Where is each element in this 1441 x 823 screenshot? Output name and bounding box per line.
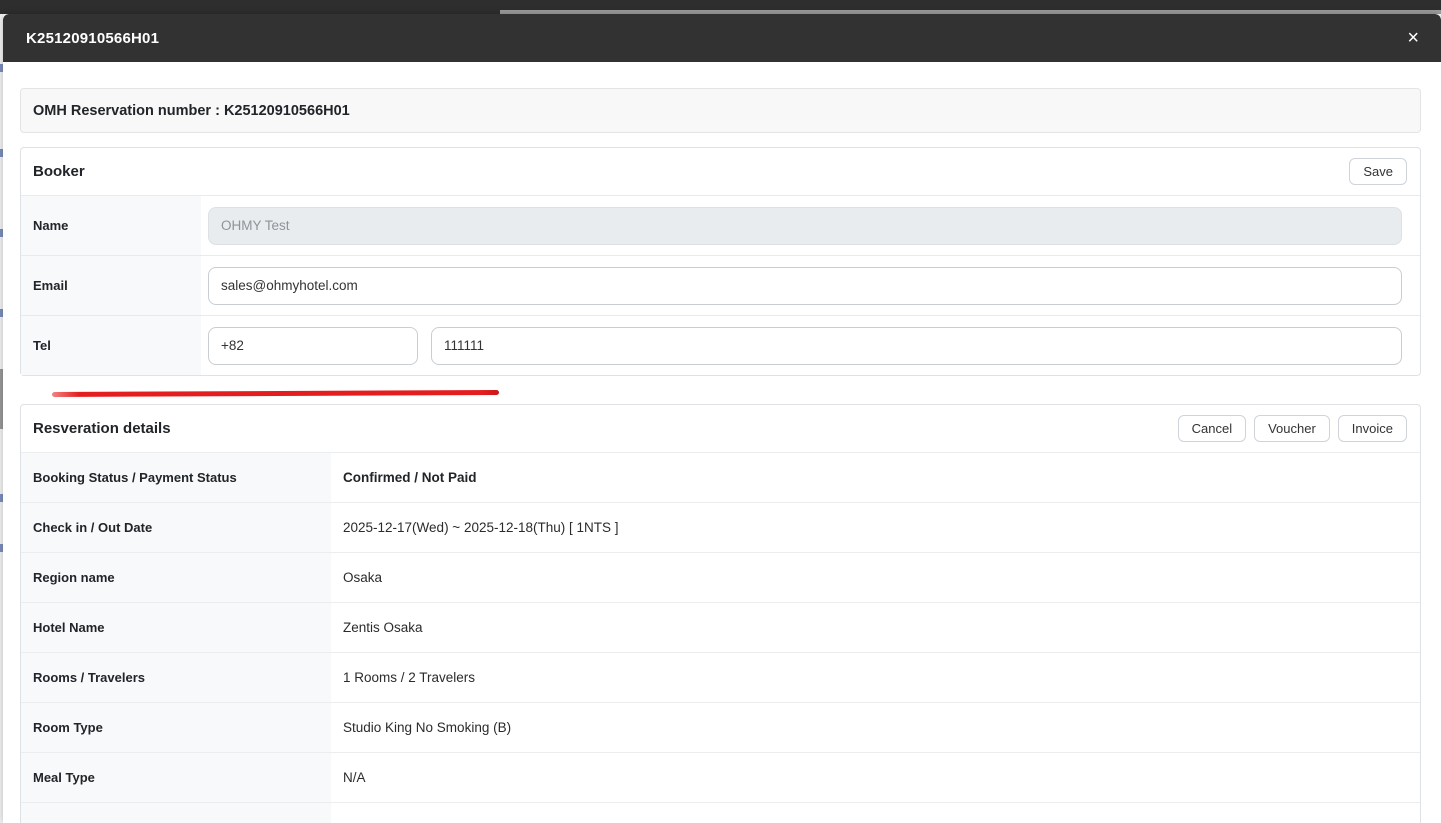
detail-row-rooms-travelers: Rooms / Travelers 1 Rooms / 2 Travelers	[21, 652, 1420, 702]
email-input[interactable]	[208, 266, 1402, 305]
reservation-details-section: Resveration details Cancel Voucher Invoi…	[20, 404, 1421, 823]
detail-row-room-type: Room Type Studio King No Smoking (B)	[21, 702, 1420, 752]
name-field-label: Name	[21, 196, 201, 255]
detail-label: Room Type	[21, 703, 331, 752]
detail-label: Check in / Out Date	[21, 503, 331, 552]
detail-row-checkin-date: Check in / Out Date 2025-12-17(Wed) ~ 20…	[21, 502, 1420, 552]
details-action-buttons: Cancel Voucher Invoice	[1177, 415, 1407, 442]
detail-label	[21, 803, 331, 823]
modal-header: K25120910566H01 ×	[3, 14, 1441, 62]
detail-value	[331, 803, 1420, 823]
tel-field-cell	[201, 316, 1420, 375]
detail-label: Region name	[21, 553, 331, 602]
detail-row-partial	[21, 802, 1420, 823]
tel-field-label: Tel	[21, 316, 201, 375]
name-row: Name	[21, 195, 1420, 255]
detail-value: Osaka	[343, 570, 383, 585]
detail-value: 1 Rooms / 2 Travelers	[343, 670, 476, 685]
cancel-button[interactable]: Cancel	[1177, 415, 1247, 442]
reservation-number-banner: OMH Reservation number : K25120910566H01	[20, 88, 1421, 133]
tel-row: Tel	[21, 315, 1420, 375]
voucher-button[interactable]: Voucher	[1254, 415, 1330, 442]
background-page-top-bar	[0, 0, 1441, 14]
email-field-cell	[201, 256, 1420, 315]
close-button[interactable]: ×	[1401, 26, 1425, 50]
detail-label: Rooms / Travelers	[21, 653, 331, 702]
detail-row-meal-type: Meal Type N/A	[21, 752, 1420, 802]
modal-title: K25120910566H01	[26, 29, 160, 47]
invoice-button[interactable]: Invoice	[1337, 415, 1407, 442]
detail-value: Zentis Osaka	[343, 620, 423, 635]
detail-label: Hotel Name	[21, 603, 331, 652]
name-field-cell	[201, 196, 1420, 255]
name-input	[208, 206, 1402, 245]
booker-section-title: Booker	[33, 163, 85, 180]
close-icon: ×	[1407, 27, 1419, 49]
detail-row-hotel-name: Hotel Name Zentis Osaka	[21, 602, 1420, 652]
details-section-title: Resveration details	[33, 420, 171, 437]
detail-row-booking-status: Booking Status / Payment Status Confirme…	[21, 452, 1420, 502]
tel-number-input[interactable]	[431, 326, 1402, 365]
save-button[interactable]: Save	[1349, 158, 1407, 185]
detail-value: Confirmed / Not Paid	[343, 470, 477, 485]
detail-value: Studio King No Smoking (B)	[343, 720, 512, 735]
detail-row-region-name: Region name Osaka	[21, 552, 1420, 602]
booker-section-header: Booker Save	[21, 148, 1420, 195]
email-row: Email	[21, 255, 1420, 315]
reservation-modal: K25120910566H01 × OMH Reservation number…	[3, 14, 1441, 823]
reservation-number-text: OMH Reservation number : K25120910566H01	[33, 102, 350, 119]
email-field-label: Email	[21, 256, 201, 315]
detail-label: Meal Type	[21, 753, 331, 802]
details-section-header: Resveration details Cancel Voucher Invoi…	[21, 405, 1420, 452]
tel-country-code-input[interactable]	[208, 326, 418, 365]
modal-body: OMH Reservation number : K25120910566H01…	[3, 62, 1441, 823]
detail-value: N/A	[343, 770, 366, 785]
detail-label: Booking Status / Payment Status	[21, 453, 331, 502]
detail-value: 2025-12-17(Wed) ~ 2025-12-18(Thu) [ 1NTS…	[343, 520, 619, 535]
booker-section: Booker Save Name Email Tel	[20, 147, 1421, 376]
